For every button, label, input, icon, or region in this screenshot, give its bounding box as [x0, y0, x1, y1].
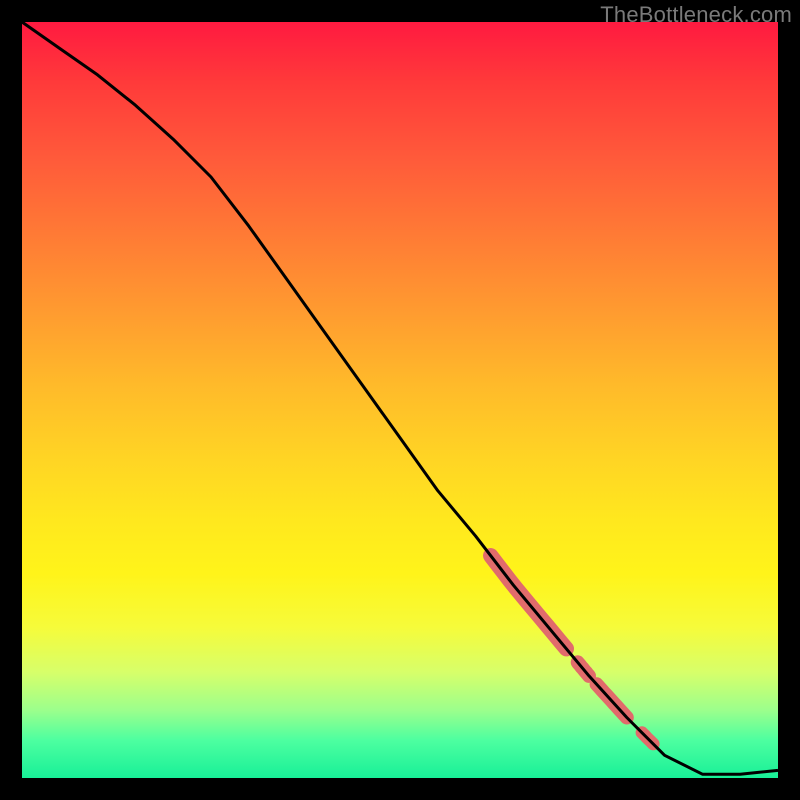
line-layer: [22, 22, 778, 774]
highlight-layer: [491, 556, 654, 744]
chart-overlay: [0, 0, 800, 800]
series-curve: [22, 22, 778, 774]
chart-frame: TheBottleneck.com: [0, 0, 800, 800]
